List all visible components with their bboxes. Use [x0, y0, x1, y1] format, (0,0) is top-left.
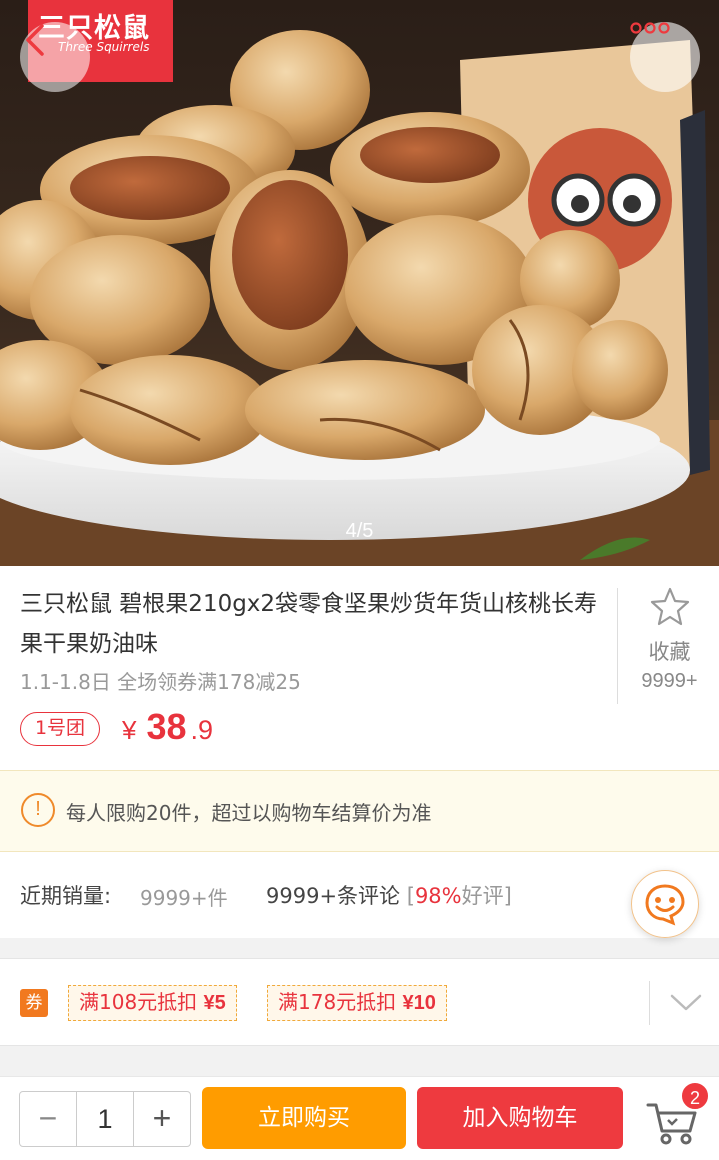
back-button[interactable] — [20, 22, 90, 92]
cart-count-badge: 2 — [680, 1081, 710, 1111]
price: ¥38.9 — [122, 706, 213, 748]
coupon-row[interactable]: 券 满108元抵扣 ¥5 满178元抵扣 ¥10 — [0, 958, 719, 1046]
sales-review-row[interactable]: 近期销量: 9999+件 9999+条评论 [98%好评] — [0, 852, 719, 938]
add-to-cart-button[interactable]: 加入购物车 — [417, 1087, 623, 1149]
divider — [617, 588, 618, 704]
price-decimal: .9 — [190, 715, 214, 745]
good-review-label: 好评 — [461, 884, 504, 908]
coupon-condition: 满178元抵扣 — [278, 990, 397, 1014]
bracket-close: ] — [503, 884, 512, 908]
coupon-chip[interactable]: 满108元抵扣 ¥5 — [68, 985, 237, 1021]
coupon-amount: ¥5 — [203, 992, 226, 1014]
more-options-button[interactable] — [630, 22, 700, 92]
bottom-action-bar: − 1 + 立即购买 加入购物车 — [0, 1076, 719, 1160]
coupon-chip[interactable]: 满178元抵扣 ¥10 — [267, 985, 447, 1021]
chat-face-icon — [645, 884, 685, 926]
bracket-open: [ — [406, 884, 415, 908]
image-pager: 4/5 — [345, 520, 374, 542]
chevron-down-icon[interactable] — [668, 987, 704, 1017]
coupon-amount: ¥10 — [402, 992, 436, 1014]
review-summary[interactable]: 9999+条评论 [98%好评] — [266, 880, 512, 910]
sales-value: 9999+件 — [140, 886, 228, 910]
product-image-carousel[interactable]: 三只松鼠 Three Squirrels 4/5 — [0, 0, 719, 566]
quantity-input[interactable]: 1 — [76, 1092, 134, 1146]
star-icon — [650, 587, 689, 626]
favorite-count: 9999+ — [641, 670, 698, 692]
product-info: 三只松鼠 碧根果210gx2袋零食坚果炒货年货山核桃长寿果干果奶油味 1.1-1… — [0, 566, 719, 770]
exclamation-icon: ! — [21, 793, 55, 827]
group-buy-tag: 1号团 — [20, 712, 100, 746]
good-review-percent: 98% — [414, 884, 462, 908]
increase-button[interactable]: + — [134, 1092, 190, 1146]
favorite-button[interactable]: 收藏 9999+ — [620, 586, 719, 693]
price-integer: 38 — [146, 706, 187, 747]
sales-label: 近期销量: — [20, 884, 112, 908]
coupon-badge: 券 — [20, 989, 48, 1017]
product-title: 三只松鼠 碧根果210gx2袋零食坚果炒货年货山核桃长寿果干果奶油味 — [20, 591, 598, 657]
coupon-condition: 满108元抵扣 — [79, 990, 198, 1014]
pecan-product-photo — [0, 30, 719, 566]
divider — [649, 981, 650, 1025]
customer-service-button[interactable] — [631, 870, 699, 938]
review-count: 9999+条评论 — [266, 884, 401, 908]
price-currency: ¥ — [122, 715, 137, 745]
favorite-label: 收藏 — [648, 640, 691, 664]
product-detail-page: 三只松鼠 Three Squirrels 4/5 三只松鼠 碧根果210gx2袋… — [0, 0, 719, 1160]
notice-text: 每人限购20件，超过以购物车结算价为准 — [66, 801, 432, 825]
buy-now-button[interactable]: 立即购买 — [202, 1087, 406, 1149]
more-dots-icon — [630, 22, 670, 34]
chevron-left-icon — [26, 24, 44, 56]
quantity-stepper: − 1 + — [19, 1091, 191, 1147]
purchase-limit-notice: ! 每人限购20件，超过以购物车结算价为准 — [0, 770, 719, 852]
promo-text: 1.1-1.8日 全场领券满178减25 — [20, 670, 301, 694]
decrease-button[interactable]: − — [20, 1092, 76, 1146]
